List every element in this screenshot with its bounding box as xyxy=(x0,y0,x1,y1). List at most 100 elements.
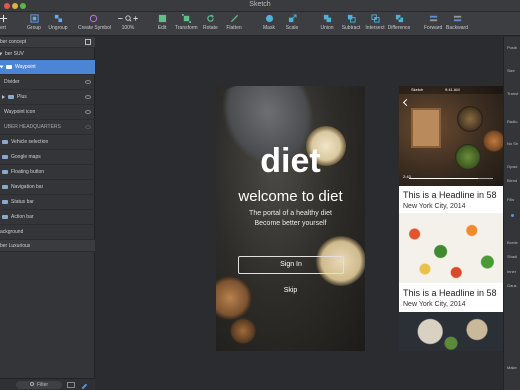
fill-swatch-icon[interactable] xyxy=(511,214,514,217)
folder-icon xyxy=(2,155,8,159)
visibility-eye-icon[interactable] xyxy=(85,80,91,84)
layer-vehicle-selection[interactable]: Vehicle selection xyxy=(0,135,95,150)
layer-plus[interactable]: Plus xyxy=(0,90,95,105)
pan-image xyxy=(457,106,483,132)
status-time: 9:41 AM xyxy=(445,87,460,92)
nuts-image xyxy=(216,276,252,320)
group-button[interactable]: Group xyxy=(26,14,42,31)
create-symbol-icon xyxy=(89,14,97,23)
inspector-position-label: Positi xyxy=(507,45,517,50)
disclosure-triangle-icon[interactable] xyxy=(0,52,3,55)
zoom-control[interactable]: 100% xyxy=(114,14,142,31)
union-icon xyxy=(323,14,331,23)
mask-button[interactable]: Mask xyxy=(262,14,276,31)
transform-icon xyxy=(181,14,191,23)
salad-photo xyxy=(399,213,503,283)
filter-input[interactable]: Filter xyxy=(16,381,62,389)
welcome-artboard[interactable]: diet welcome to diet The portal of a hea… xyxy=(216,86,365,351)
video-progress-fill xyxy=(409,178,478,179)
window-title: Sketch xyxy=(249,1,271,8)
layer-background[interactable]: ackground xyxy=(0,225,95,240)
flatten-button[interactable]: Flatten xyxy=(226,14,242,31)
skip-link[interactable]: Skip xyxy=(216,287,365,294)
tagline-line-1: The portal of a healthy diet xyxy=(249,210,332,217)
inspector-shared-style-label: No Sh xyxy=(507,141,519,146)
inspector-fills-label: Fills xyxy=(507,197,515,202)
folder-icon xyxy=(8,95,14,99)
rotate-button[interactable]: Rotate xyxy=(203,14,218,31)
scale-button[interactable]: Scale xyxy=(285,14,299,31)
small-bowl-image xyxy=(230,318,256,344)
cooking-photo xyxy=(399,86,503,186)
folder-icon xyxy=(6,65,12,69)
layers-panel: ber concept ber SUV Waypoint Divider Plu… xyxy=(0,37,95,390)
flatten-icon xyxy=(230,14,238,23)
layer-group-suv[interactable]: ber SUV xyxy=(0,48,95,60)
zoom-icon xyxy=(118,15,138,22)
inspector-borders-label: Borde xyxy=(507,240,518,245)
layer-floating-button[interactable]: Floating button xyxy=(0,165,95,180)
inspector-blend-label: Blend xyxy=(507,178,518,183)
layer-uber-headquarters[interactable]: UBER HEADQUARTERS xyxy=(0,120,95,135)
inspector-inner-shadows-label: Inner xyxy=(507,269,517,274)
sign-in-button[interactable]: Sign In xyxy=(238,256,344,274)
insert-icon xyxy=(0,14,7,23)
herbs-bowl-image xyxy=(455,144,481,170)
edit-icon xyxy=(158,14,166,23)
app-logo: diet xyxy=(260,142,321,180)
insert-button[interactable]: ert xyxy=(0,14,10,31)
search-icon xyxy=(29,382,34,386)
layer-filter-bar: Filter xyxy=(0,378,95,390)
dish-photo xyxy=(399,312,503,351)
layer-google-maps[interactable]: Google maps xyxy=(0,150,95,165)
card-subtitle: New York City, 2014 xyxy=(403,301,466,308)
make-exportable-button[interactable]: Make xyxy=(507,365,517,370)
layer-page-concept[interactable]: ber concept xyxy=(0,37,95,48)
layer-navigation-bar[interactable]: Navigation bar xyxy=(0,180,95,195)
inspector-size-label: Size xyxy=(507,68,515,73)
forward-button[interactable]: Forward xyxy=(424,14,442,31)
group-icon xyxy=(29,14,39,23)
visibility-eye-icon[interactable] xyxy=(85,125,91,129)
title-bar: Sketch xyxy=(0,0,520,12)
ungroup-button[interactable]: Ungroup xyxy=(48,14,68,31)
layer-status-bar[interactable]: Status bar xyxy=(0,195,95,210)
welcome-headline: welcome to diet xyxy=(238,188,343,205)
disclosure-triangle-icon[interactable] xyxy=(0,65,4,69)
edit-button[interactable]: Edit xyxy=(155,14,169,31)
layer-waypoint[interactable]: Waypoint xyxy=(0,60,95,75)
difference-button[interactable]: Difference xyxy=(387,14,411,31)
inspector-transform-label: Transf xyxy=(507,91,519,96)
inspector-radius-label: Radiu xyxy=(507,119,518,124)
inspector-gaussian-blur-label: Gaus xyxy=(507,283,517,288)
layers-options-icon[interactable] xyxy=(67,382,75,388)
visibility-eye-icon[interactable] xyxy=(85,95,91,99)
transform-button[interactable]: Transform xyxy=(175,14,198,31)
disclosure-triangle-icon[interactable] xyxy=(2,95,5,99)
page-options-icon[interactable] xyxy=(85,39,91,45)
forward-icon xyxy=(429,15,437,22)
layer-divider[interactable]: Divider xyxy=(0,75,95,90)
card-headline[interactable]: This is a Headline in 58 xyxy=(403,288,497,298)
backward-button[interactable]: Backward xyxy=(446,14,468,31)
layer-action-bar[interactable]: Action bar xyxy=(0,210,95,225)
difference-icon xyxy=(395,14,403,23)
folder-icon xyxy=(2,215,8,219)
card-headline[interactable]: This is a Headline in 58 xyxy=(403,190,497,200)
layer-group-luxurious[interactable]: ber Luxurious xyxy=(0,240,95,252)
folder-icon xyxy=(2,170,8,174)
video-progress-bar[interactable] xyxy=(409,178,493,179)
feed-artboard[interactable]: Sketch 9:41 AM 2:43 This is a Headline i… xyxy=(399,86,503,351)
inspector-panel: Positi Size Transf Radiu No Sh Opaci Ble… xyxy=(503,37,520,390)
union-button[interactable]: Union xyxy=(319,14,335,31)
layer-waypoint-icon[interactable]: Waypoint icon xyxy=(0,105,95,120)
create-symbol-button[interactable]: Create Symbol xyxy=(78,14,111,31)
subtract-icon xyxy=(347,14,356,23)
visibility-eye-icon[interactable] xyxy=(85,110,91,114)
intersect-button[interactable]: Intersect xyxy=(364,14,386,31)
scale-icon xyxy=(288,14,297,23)
intersect-icon xyxy=(370,14,380,23)
edit-pencil-icon[interactable] xyxy=(78,380,88,390)
subtract-button[interactable]: Subtract xyxy=(341,14,361,31)
inspector-opacity-label: Opaci xyxy=(507,164,518,169)
